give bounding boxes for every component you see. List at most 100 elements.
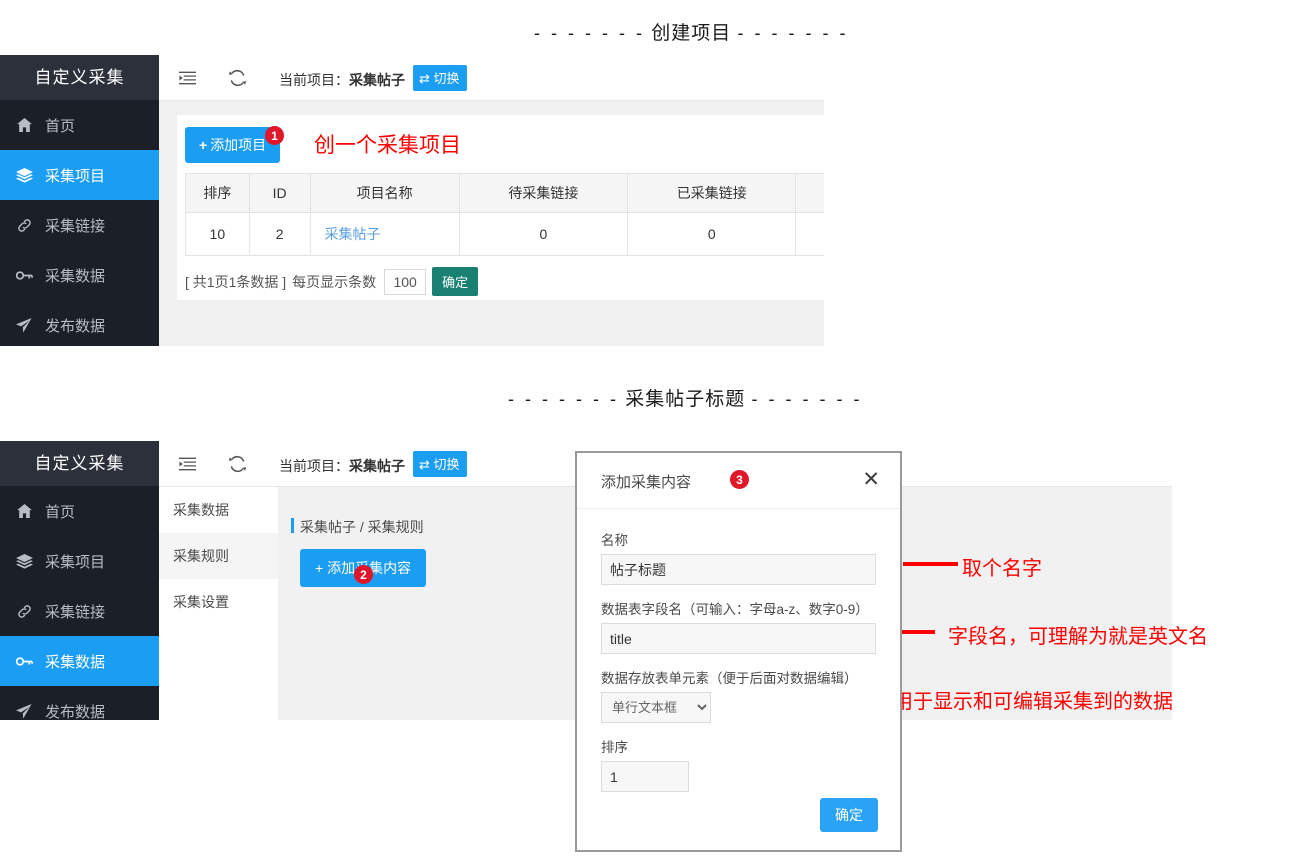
switch-project-button[interactable]: ⇄ 切换 <box>413 64 467 91</box>
step-badge-3: 3 <box>730 470 749 489</box>
current-project-label: 当前项目： <box>279 71 349 88</box>
sidebar-item-collect-data[interactable]: 采集数据 <box>0 250 159 300</box>
breadcrumb: 采集帖子 / 采集规则 <box>291 518 424 535</box>
modal-title: 添加采集内容 <box>601 474 692 491</box>
sidebar-bottom: 自定义采集 首页 采集项目 采集链接 采集数据 发布数据 <box>0 441 159 720</box>
app-brand: 自定义采集 <box>0 55 159 100</box>
table-field-input[interactable] <box>601 623 876 654</box>
sidebar-top: 自定义采集 首页 采集项目 采集链接 采集数据 发布数据 <box>0 55 159 346</box>
current-project-name: 采集帖子 <box>349 457 405 474</box>
add-project-label: 添加项目 <box>210 137 267 153</box>
sidebar-item-label: 采集链接 <box>45 217 106 235</box>
pagination-bar: [ 共1页1条数据 ] 每页显示条数 确定 <box>185 267 479 296</box>
form-element-label: 数据存放表单元素（便于后面对数据编辑） <box>601 667 876 687</box>
sidebar-item-collect-project[interactable]: 采集项目 <box>0 150 159 200</box>
sidebar-item-home[interactable]: 首页 <box>0 100 159 150</box>
sidebar-item-collect-link[interactable]: 采集链接 <box>0 200 159 250</box>
sort-input[interactable] <box>601 761 689 792</box>
table-cell-extra <box>795 212 824 256</box>
pagination-summary: [ 共1页1条数据 ] <box>185 273 287 290</box>
form-element-label-text: 数据存放表单元素 <box>601 671 709 686</box>
collapse-menu-icon[interactable] <box>177 68 197 88</box>
sidebar-item-publish-data[interactable]: 发布数据 <box>0 686 159 720</box>
subnav-item-collect-data[interactable]: 采集数据 <box>159 487 278 533</box>
form-element-hint: （便于后面对数据编辑） <box>709 671 858 686</box>
screenshot-create-project: 自定义采集 首页 采集项目 采集链接 采集数据 发布数据 当前项目：采集帖子 ⇄… <box>0 55 824 346</box>
sidebar-item-label: 发布数据 <box>45 317 106 335</box>
sidebar-item-publish-data[interactable]: 发布数据 <box>0 300 159 346</box>
table-header-row: 排序 ID 项目名称 待采集链接 已采集链接 <box>185 173 824 213</box>
home-icon <box>13 503 35 519</box>
subnav-item-collect-setting[interactable]: 采集设置 <box>159 579 278 625</box>
dash-left: - - - - - - - <box>534 23 645 43</box>
table-cell-collected-links: 0 <box>627 212 797 256</box>
table-cell-sort: 10 <box>185 212 250 256</box>
dash-left: - - - - - - - <box>508 389 619 409</box>
content-area: + 添加项目 创一个采集项目 排序 ID 项目名称 待采集链接 已采集链接 10… <box>159 101 824 346</box>
subnav-item-collect-rule[interactable]: 采集规则 <box>159 533 278 579</box>
per-page-input[interactable] <box>384 268 427 295</box>
section-title-create-project: - - - - - - - 创建项目 - - - - - - - <box>534 18 849 45</box>
current-project: 当前项目：采集帖子 ⇄ 切换 <box>279 450 467 477</box>
table-header-cell: ID <box>248 173 311 213</box>
sidebar-item-collect-link[interactable]: 采集链接 <box>0 586 159 636</box>
modal-confirm-button[interactable]: 确定 <box>820 798 878 832</box>
section-title-label: 采集帖子标题 <box>625 389 746 410</box>
dash-right: - - - - - - - <box>751 389 863 409</box>
sidebar-item-label: 发布数据 <box>45 703 106 721</box>
refresh-icon[interactable] <box>227 68 247 88</box>
current-project-name: 采集帖子 <box>349 71 405 88</box>
per-page-label: 每页显示条数 <box>292 273 377 290</box>
table-header-cell: 已采集链接 <box>627 173 797 213</box>
table-field-hint: （可输入：字母a-z、数字0-9） <box>682 602 869 617</box>
send-icon <box>13 317 35 333</box>
sidebar-item-label: 采集链接 <box>45 603 106 621</box>
annotation-create-project: 创一个采集项目 <box>314 134 461 157</box>
annotation-text-2: 字段名，可理解为就是英文名 <box>948 626 1208 648</box>
send-icon <box>13 703 35 719</box>
table-header-cell: 待采集链接 <box>458 173 629 213</box>
collapse-menu-icon[interactable] <box>177 454 197 474</box>
name-field-label: 名称 <box>601 533 628 548</box>
link-icon <box>13 603 35 619</box>
switch-project-button[interactable]: ⇄ 切换 <box>413 450 467 477</box>
form-element-select[interactable]: 单行文本框 <box>601 692 711 723</box>
table-cell-id: 2 <box>248 212 311 256</box>
sidebar-item-home[interactable]: 首页 <box>0 486 159 536</box>
step-badge-1: 1 <box>265 126 284 145</box>
sort-field-label: 排序 <box>601 740 628 755</box>
table-header-cell <box>795 173 824 213</box>
name-input[interactable] <box>601 554 876 585</box>
sidebar-item-label: 采集数据 <box>45 267 106 285</box>
sub-navigation: 采集数据 采集规则 采集设置 <box>159 487 279 720</box>
section-title-collect-post-title: - - - - - - - 采集帖子标题 - - - - - - - <box>508 384 863 411</box>
table-row: 10 2 采集帖子 0 0 <box>185 212 824 256</box>
pagination-confirm-button[interactable]: 确定 <box>432 267 479 296</box>
dash-right: - - - - - - - <box>737 23 849 43</box>
sidebar-item-label: 首页 <box>45 503 76 521</box>
key-icon <box>13 653 35 669</box>
plus-icon: + <box>199 137 208 153</box>
table-cell-pending-links: 0 <box>458 212 629 256</box>
current-project: 当前项目：采集帖子 ⇄ 切换 <box>279 64 467 91</box>
close-icon[interactable]: ✕ <box>862 469 880 490</box>
sidebar-item-label: 采集项目 <box>45 553 106 571</box>
topbar: 当前项目：采集帖子 ⇄ 切换 <box>159 55 824 101</box>
current-project-label: 当前项目： <box>279 457 349 474</box>
sidebar-item-label: 采集项目 <box>45 167 106 185</box>
key-icon <box>13 267 35 283</box>
sidebar-item-collect-project[interactable]: 采集项目 <box>0 536 159 586</box>
project-table: 排序 ID 项目名称 待采集链接 已采集链接 10 2 采集帖子 0 0 <box>185 173 824 256</box>
add-collect-content-modal: 添加采集内容 ✕ 名称 数据表字段名（可输入：字母a-z、数字0-9） 数据存放… <box>575 451 902 852</box>
home-icon <box>13 117 35 133</box>
sidebar-item-label: 首页 <box>45 117 76 135</box>
table-header-cell: 排序 <box>185 173 250 213</box>
step-badge-2: 2 <box>354 565 373 584</box>
table-cell-project-name[interactable]: 采集帖子 <box>309 212 460 256</box>
app-brand: 自定义采集 <box>0 441 159 486</box>
refresh-icon[interactable] <box>227 454 247 474</box>
sidebar-item-collect-data[interactable]: 采集数据 <box>0 636 159 686</box>
table-field-label-text: 数据表字段名 <box>601 602 682 617</box>
table-field-label: 数据表字段名（可输入：字母a-z、数字0-9） <box>601 598 876 618</box>
annotation-line-1 <box>903 562 958 566</box>
